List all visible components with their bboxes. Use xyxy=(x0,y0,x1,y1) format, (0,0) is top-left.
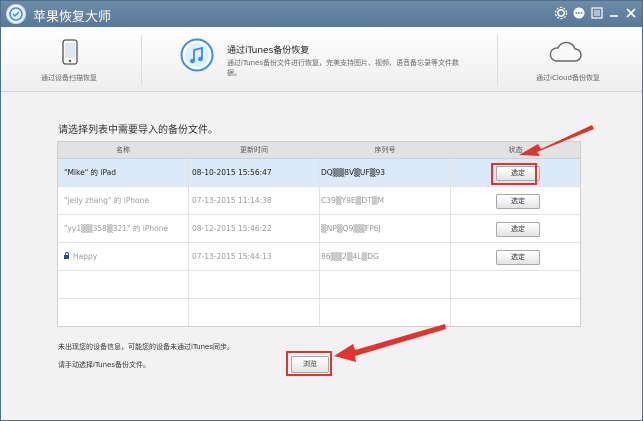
arrow-to-browse-icon xyxy=(334,324,446,362)
annotation-arrows xyxy=(334,125,594,362)
app-window: 苹果恢复大师 通过设备扫描恢复 通过iTunes备份恢复 通过iTunes备份文… xyxy=(0,0,643,421)
arrow-to-select-icon xyxy=(519,125,594,156)
